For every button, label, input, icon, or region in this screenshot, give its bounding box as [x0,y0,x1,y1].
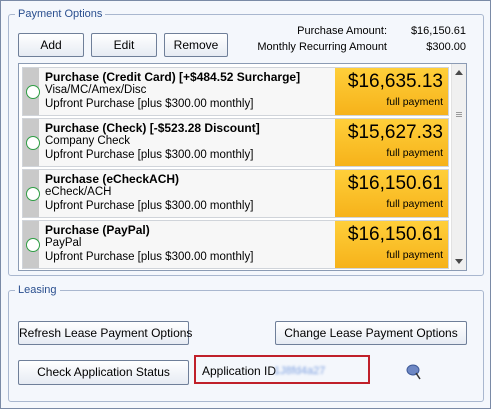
option-text: Purchase (Check) [-$523.28 Discount] Com… [45,121,335,162]
option-price-box: $16,150.61 full payment [335,170,448,217]
grip-line [456,112,462,113]
option-title: Purchase (PayPal) [45,223,150,237]
scroll-up-arrow-icon[interactable] [455,70,463,75]
payment-options-window: Payment Options Add Edit Remove Purchase… [0,0,491,409]
option-price: $15,627.33 [347,122,443,143]
grip-line [456,116,462,117]
application-id-box: Application ID 1J8fd4a27 [194,355,370,384]
scroll-thumb[interactable] [454,84,464,250]
option-title: Purchase (Credit Card) [+$484.52 Surchar… [45,70,301,84]
application-id-value[interactable]: 1J8fd4a27 [274,364,325,378]
option-method: PayPal [45,237,82,249]
option-price-note: full payment [386,198,443,210]
monthly-recurring-label: Monthly Recurring Amount [257,41,387,53]
refresh-lease-options-button[interactable]: Refresh Lease Payment Options [18,321,192,345]
pin-icon[interactable] [405,364,423,380]
option-method: Company Check [45,135,131,147]
payment-options-list[interactable]: Purchase (Credit Card) [+$484.52 Surchar… [18,63,467,271]
option-text: Purchase (PayPal) PayPal Upfront Purchas… [45,223,335,264]
list-scrollbar[interactable] [451,64,466,270]
purchase-amount-value: $16,150.61 [410,25,466,37]
option-text: Purchase (eCheckACH) eCheck/ACH Upfront … [45,172,335,213]
option-title: Purchase (Check) [-$523.28 Discount] [45,121,260,135]
option-detail: Upfront Purchase [plus $300.00 monthly] [45,250,254,263]
payment-option-echeck[interactable]: Purchase (eCheckACH) eCheck/ACH Upfront … [22,169,449,218]
edit-button[interactable]: Edit [91,33,157,57]
grip-line [456,114,462,115]
option-radio[interactable] [26,136,40,150]
option-title: Purchase (eCheckACH) [45,172,180,186]
option-price: $16,635.13 [347,71,443,92]
add-button[interactable]: Add [18,33,84,57]
option-radio[interactable] [26,85,40,99]
option-text: Purchase (Credit Card) [+$484.52 Surchar… [45,70,335,111]
option-price-note: full payment [386,147,443,159]
option-detail: Upfront Purchase [plus $300.00 monthly] [45,97,254,110]
change-lease-options-button[interactable]: Change Lease Payment Options [275,321,467,345]
option-price-note: full payment [386,249,443,261]
payment-option-check[interactable]: Purchase (Check) [-$523.28 Discount] Com… [22,118,449,167]
monthly-recurring-value: $300.00 [426,41,466,53]
payment-options-legend: Payment Options [15,8,106,20]
option-price: $16,150.61 [347,224,443,245]
option-radio[interactable] [26,187,40,201]
application-id-label: Application ID [202,364,277,378]
option-method: Visa/MC/Amex/Disc [45,84,147,96]
option-radio[interactable] [26,238,40,252]
payment-option-paypal[interactable]: Purchase (PayPal) PayPal Upfront Purchas… [22,220,449,269]
purchase-amount-label: Purchase Amount: [297,25,387,37]
option-price-box: $15,627.33 full payment [335,119,448,166]
scroll-down-arrow-icon[interactable] [455,259,463,264]
option-price-box: $16,150.61 full payment [335,221,448,268]
check-application-status-button[interactable]: Check Application Status [18,360,189,385]
payment-option-credit-card[interactable]: Purchase (Credit Card) [+$484.52 Surchar… [22,67,449,116]
option-price-note: full payment [386,96,443,108]
option-detail: Upfront Purchase [plus $300.00 monthly] [45,199,254,212]
remove-button[interactable]: Remove [164,33,228,57]
option-method: eCheck/ACH [45,186,112,198]
option-price-box: $16,635.13 full payment [335,68,448,115]
leasing-group [8,290,484,402]
option-detail: Upfront Purchase [plus $300.00 monthly] [45,148,254,161]
option-price: $16,150.61 [347,173,443,194]
leasing-legend: Leasing [15,284,60,296]
